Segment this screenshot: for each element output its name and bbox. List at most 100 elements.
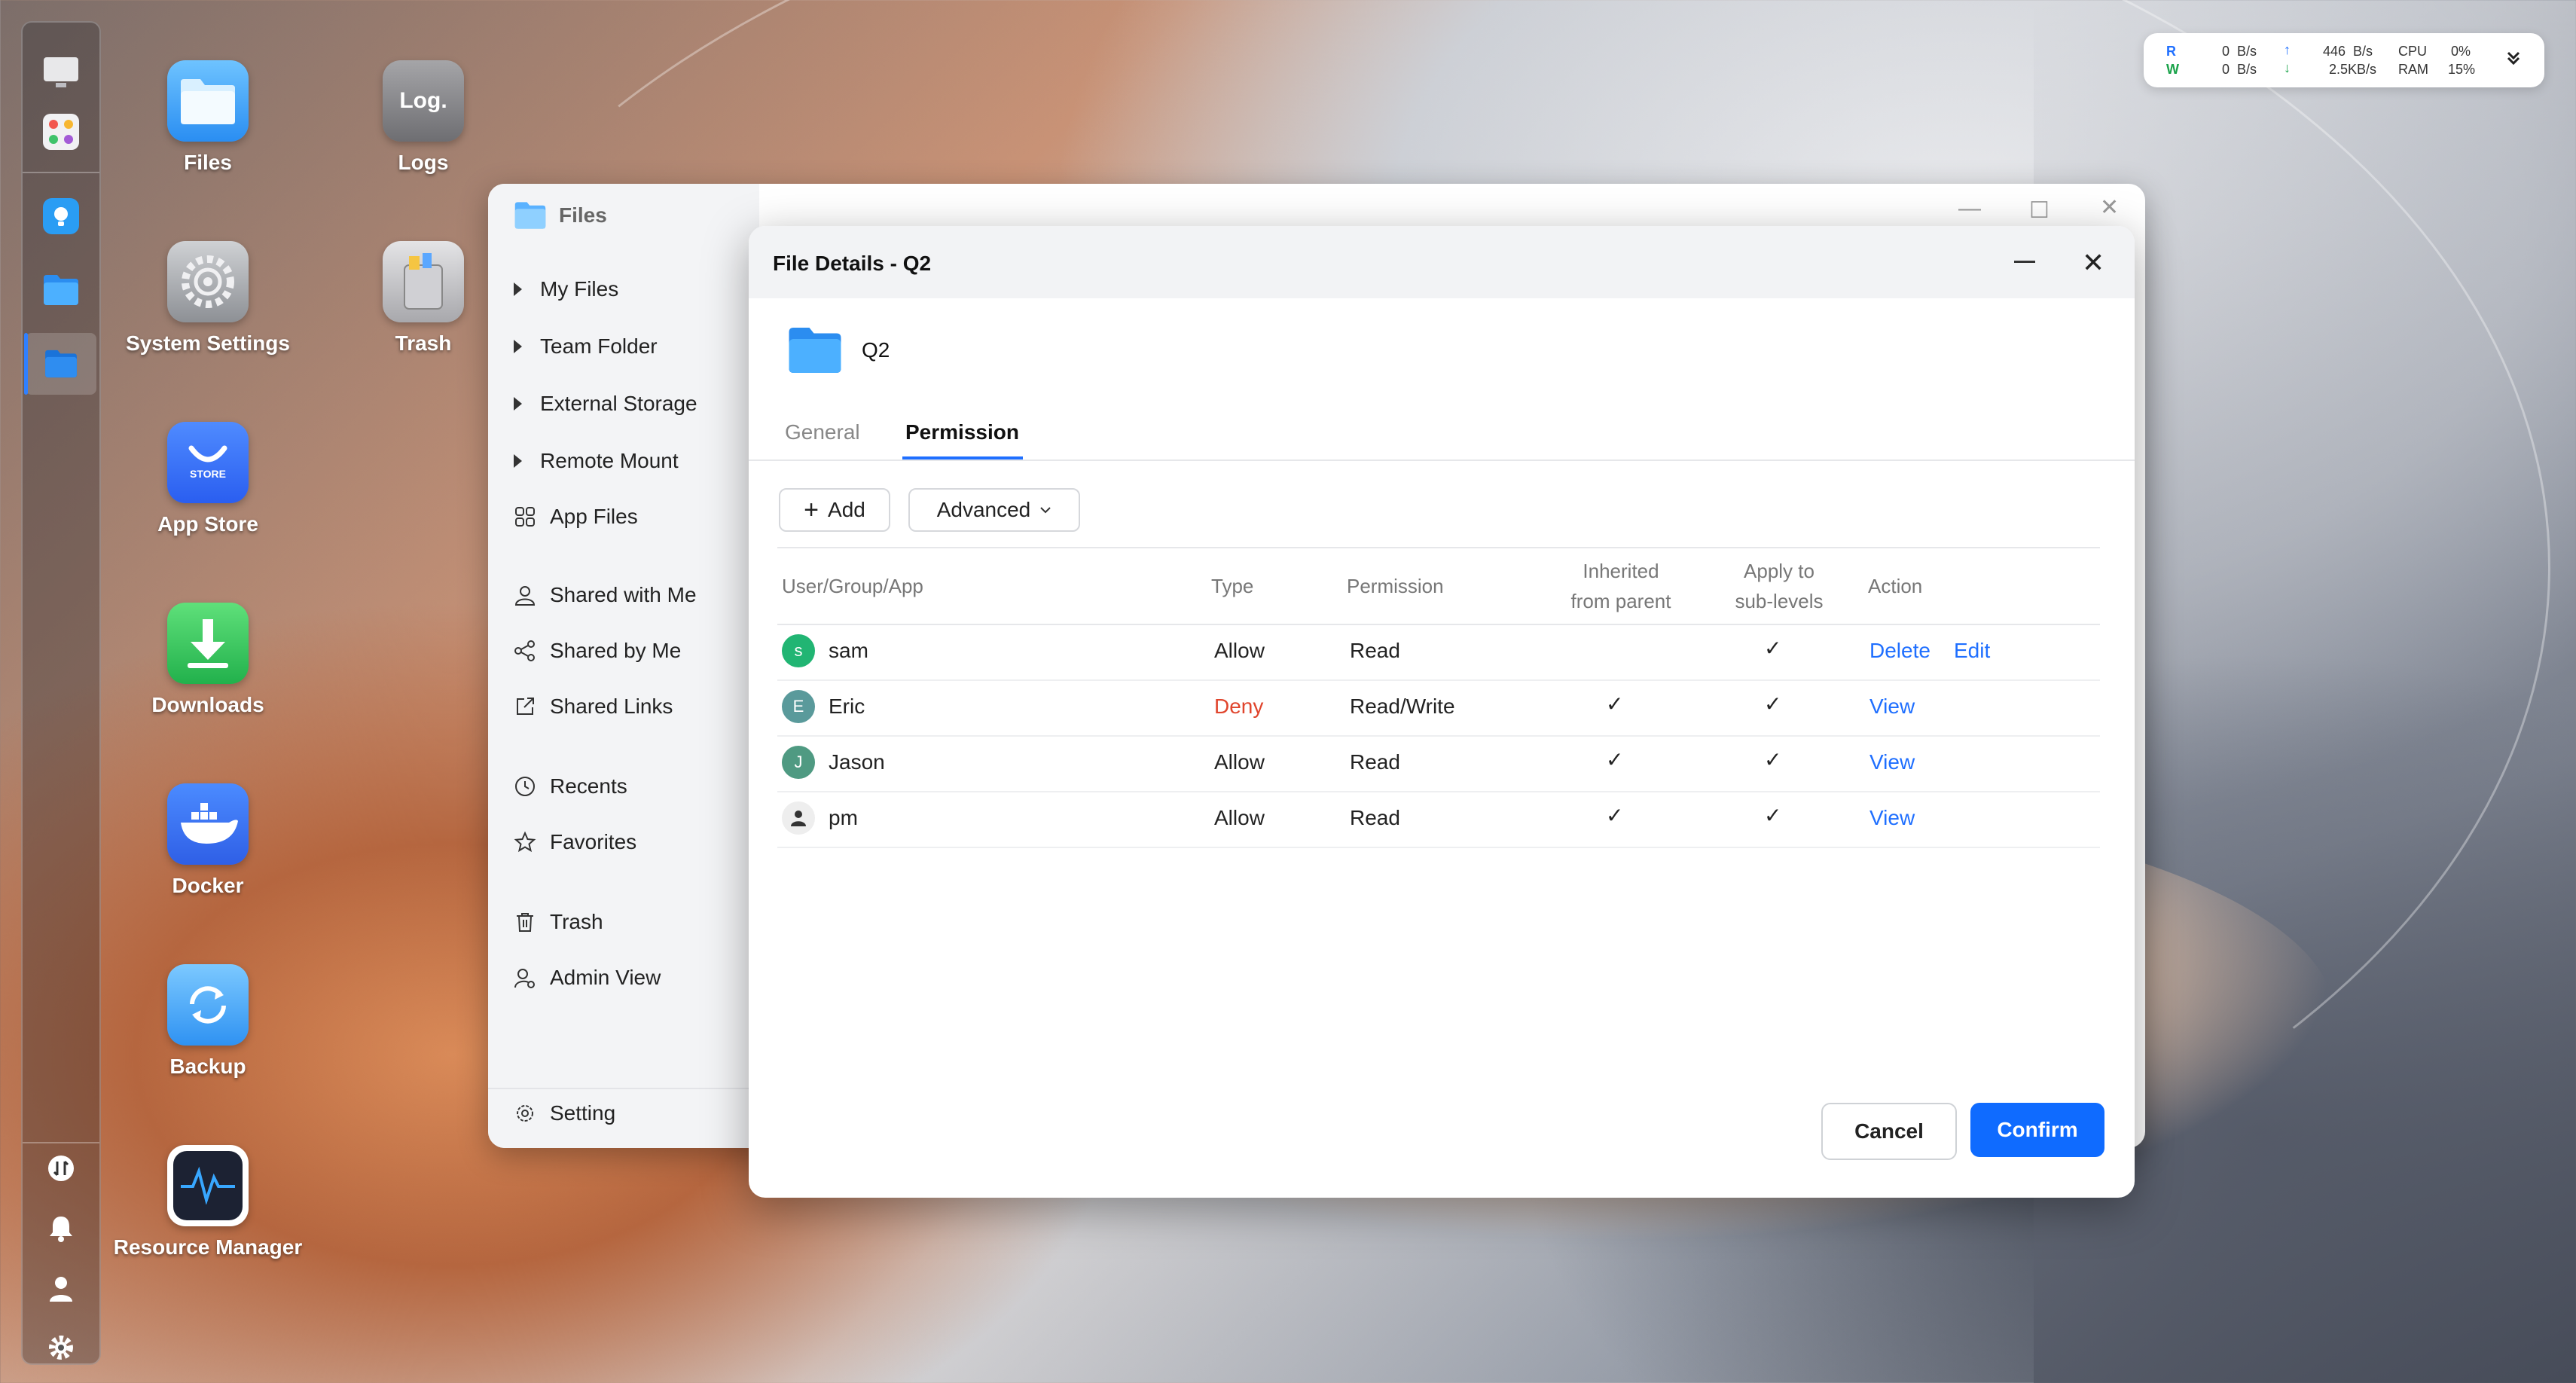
- docker-icon: [167, 783, 249, 865]
- nav-recents[interactable]: Recents: [514, 774, 627, 798]
- user-icon[interactable]: [41, 1269, 81, 1309]
- log-icon: Log.: [383, 60, 464, 142]
- sidebar-divider: [488, 1088, 759, 1089]
- desktop-icon-label: System Settings: [126, 331, 290, 355]
- column-apply-line2: sub-levels: [1735, 590, 1824, 612]
- nav-favorites[interactable]: Favorites: [514, 830, 636, 854]
- inherited-check-icon: ✓: [1606, 692, 1624, 716]
- dialog-header: [749, 226, 2135, 298]
- inherited-check-icon: ✓: [1606, 748, 1624, 771]
- expand-arrow-icon[interactable]: [514, 454, 522, 468]
- expand-arrow-icon[interactable]: [514, 340, 522, 353]
- admin-icon: [514, 969, 535, 988]
- maximize-icon[interactable]: ☐: [2029, 197, 2050, 224]
- file-name: Q2: [862, 338, 890, 362]
- add-button[interactable]: + Add: [779, 488, 890, 532]
- minimize-icon[interactable]: —: [1958, 196, 1981, 221]
- column-permission: Permission: [1347, 575, 1444, 597]
- files-dock-icon[interactable]: [41, 270, 81, 310]
- row-permission: Read: [1350, 750, 1400, 774]
- chevron-down-icon: [1040, 507, 1051, 514]
- tab-permission[interactable]: Permission: [905, 420, 1019, 444]
- desktop-icon-backup[interactable]: Backup: [110, 964, 306, 1079]
- nav-app-files[interactable]: App Files: [514, 505, 638, 529]
- nav-external-storage[interactable]: External Storage: [514, 392, 697, 416]
- column-inherited-line1: Inherited: [1583, 560, 1659, 582]
- expand-arrow-icon[interactable]: [514, 282, 522, 296]
- desktop-icon-logs[interactable]: Log. Logs: [325, 60, 521, 175]
- advanced-dropdown[interactable]: Advanced: [908, 488, 1080, 532]
- nav-shared-links[interactable]: Shared Links: [514, 695, 673, 719]
- table-row[interactable]: s sam Allow Read ✓ Delete Edit: [777, 624, 2100, 681]
- view-link[interactable]: View: [1869, 806, 1915, 830]
- permission-table-header: User/Group/App Type Permission Inherited…: [777, 547, 2100, 625]
- tips-icon[interactable]: [41, 196, 81, 237]
- settings-gear-icon[interactable]: [41, 1327, 81, 1368]
- bell-icon[interactable]: [41, 1208, 81, 1249]
- nav-admin-view[interactable]: Admin View: [514, 966, 661, 990]
- upload-rate: 446 B/s: [2323, 44, 2373, 59]
- nav-shared-with-me[interactable]: Shared with Me: [514, 583, 697, 607]
- view-link[interactable]: View: [1869, 750, 1915, 774]
- apply-check-icon: ✓: [1764, 748, 1782, 771]
- store-icon-glyph: STORE: [190, 468, 226, 480]
- trash-icon: [383, 241, 464, 322]
- nav-label: My Files: [540, 277, 619, 301]
- file-info: Q2: [786, 325, 890, 375]
- table-row[interactable]: J Jason Allow Read ✓ ✓ View: [777, 735, 2100, 792]
- add-button-label: Add: [828, 498, 865, 521]
- minimize-icon[interactable]: [2014, 261, 2035, 263]
- row-user-name: Jason: [829, 750, 885, 774]
- column-action: Action: [1868, 575, 1923, 597]
- nav-trash[interactable]: Trash: [514, 910, 603, 934]
- column-apply-line1: Apply to: [1744, 560, 1814, 582]
- row-permission: Read/Write: [1350, 695, 1455, 718]
- nav-shared-by-me[interactable]: Shared by Me: [514, 639, 681, 663]
- close-icon[interactable]: ✕: [2082, 247, 2104, 279]
- ram-value: 15%: [2448, 62, 2476, 77]
- files-window-dock-icon[interactable]: [41, 343, 81, 384]
- desktop-icon-label: Docker: [172, 874, 244, 897]
- close-icon[interactable]: ✕: [2100, 194, 2119, 221]
- column-user: User/Group/App: [782, 575, 923, 597]
- cpu-value: 0%: [2451, 44, 2471, 59]
- desktop-icon-app-store[interactable]: STORE App Store: [110, 422, 306, 536]
- desktop-icon-resource-manager[interactable]: Resource Manager: [110, 1145, 306, 1259]
- folder-icon: [514, 202, 546, 229]
- download-rate: 2.5KB/s: [2329, 62, 2377, 77]
- monitor-icon[interactable]: [41, 53, 81, 93]
- gear-icon: [517, 1105, 533, 1122]
- confirm-button[interactable]: Confirm: [1970, 1103, 2104, 1157]
- expand-arrow-icon[interactable]: [514, 397, 522, 411]
- share-icon: [514, 640, 535, 661]
- files-window-title: Files: [514, 200, 607, 230]
- edit-link[interactable]: Edit: [1954, 639, 1990, 663]
- nav-label: Remote Mount: [540, 449, 679, 472]
- launchpad-icon[interactable]: [41, 111, 81, 152]
- nav-setting[interactable]: Setting: [514, 1101, 615, 1125]
- row-user-name: Eric: [829, 695, 865, 718]
- system-status-widget[interactable]: R W 0 B/s 0 B/s ↑ ↓ 446 B/s 2.5KB/s CPU …: [2144, 33, 2544, 87]
- nav-remote-mount[interactable]: Remote Mount: [514, 449, 679, 473]
- nav-team-folder[interactable]: Team Folder: [514, 334, 658, 359]
- transfer-icon[interactable]: [41, 1148, 81, 1189]
- backup-icon: [167, 964, 249, 1046]
- cancel-button[interactable]: Cancel: [1821, 1103, 1957, 1160]
- desktop-icon-docker[interactable]: Docker: [110, 783, 306, 898]
- store-icon: STORE: [167, 422, 249, 503]
- desktop-icon-downloads[interactable]: Downloads: [110, 603, 306, 717]
- desktop-icon-label: App Store: [157, 512, 258, 536]
- desktop-icon-system-settings[interactable]: System Settings: [110, 241, 306, 356]
- desktop-icon-files[interactable]: Files: [110, 60, 306, 175]
- desktop-icon-label: Logs: [398, 151, 449, 174]
- tab-general[interactable]: General: [785, 420, 860, 444]
- nav-my-files[interactable]: My Files: [514, 277, 618, 301]
- row-type: Allow: [1214, 750, 1265, 774]
- table-row[interactable]: E Eric Deny Read/Write ✓ ✓ View: [777, 679, 2100, 737]
- row-permission: Read: [1350, 639, 1400, 662]
- table-row[interactable]: pm Allow Read ✓ ✓ View: [777, 791, 2100, 848]
- view-link[interactable]: View: [1869, 695, 1915, 719]
- column-inherited: Inherited from parent: [1561, 556, 1681, 616]
- delete-link[interactable]: Delete: [1869, 639, 1930, 663]
- collapse-chevron-icon[interactable]: [2504, 48, 2523, 72]
